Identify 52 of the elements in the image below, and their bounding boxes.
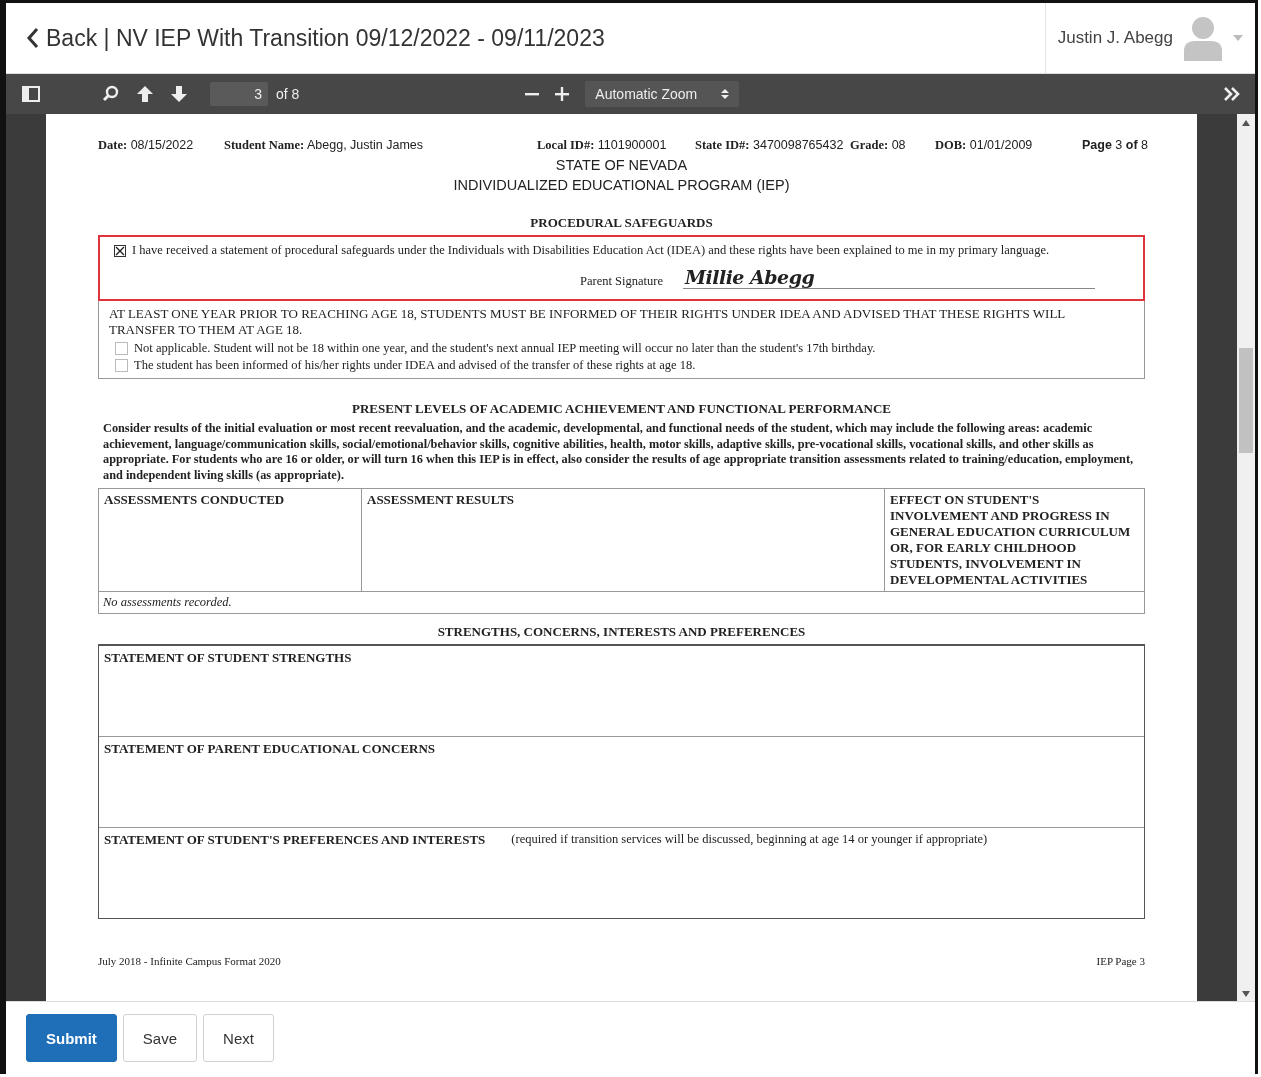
user-name[interactable]: Justin J. Abegg [1057,28,1173,48]
section-title: PROCEDURAL SAFEGUARDS [529,215,714,231]
program-heading: INDIVIDUALIZED EDUCATIONAL PROGRAM (IEP) [452,177,791,193]
table-header-cell: ASSESSMENT RESULTS [361,488,885,592]
header-field: Date: 08/15/2022 [98,138,224,153]
header-field: Student Name: Abegg, Justin James [224,138,537,153]
checkbox-label: The student has been informed of his/her rights under IDEA and advised of the transfer of these rights at age 18. [134,358,696,373]
up-down-caret-icon[interactable] [721,88,730,100]
header-field: DOB: 01/01/2009 [935,138,1082,153]
signature-line: Millie Abegg [682,266,1095,289]
empty-note: No assessments recorded. [98,591,1145,614]
transfer-notice: AT LEAST ONE YEAR PRIOR TO REACHING AGE 18, STUDENTS MUST BE INFORMED OF THEIR RIGHTS UNDER IDEA AND ADVISED THAT THESE RIGHTS WILL TRANSFER TO THEM AT AGE 18. [109,306,1066,338]
checkbox-label: Not applicable. Student will not be 18 within one year, and the student's next annual IEP meeting will occur no later than the student's 17th birthday. [134,341,876,356]
action-button[interactable]: Save [122,1014,198,1062]
scroll-up-icon[interactable] [1242,120,1250,126]
action-button[interactable]: Next [203,1014,274,1062]
back-chevron-icon[interactable] [26,27,40,49]
checkbox[interactable] [115,359,128,372]
statement-note: (required if transition services will be discussed, beginning at age 14 or younger if appropriate) [511,832,988,847]
action-button[interactable]: Submit [26,1014,117,1062]
checkbox[interactable] [115,342,128,355]
signature-label: Parent Signature [580,274,663,289]
statement-heading: STATEMENT OF STUDENT'S PREFERENCES AND INTERESTS [104,832,486,848]
footer-text: July 2018 - Infinite Campus Format 2020 [98,955,281,967]
scroll-down-icon[interactable] [1242,991,1250,997]
header-field: State ID#: 3470098765432 [695,138,850,153]
scrollbar[interactable] [1237,114,1255,1001]
statement-heading: STATEMENT OF STUDENT STRENGTHS [104,650,352,666]
table-header-cell: EFFECT ON STUDENT'S INVOLVEMENT AND PROGRESS IN GENERAL EDUCATION CURRICULUM OR, FOR EARLY CHILDHOOD STUDENTS, INVOLVEMENT IN DEVELOPMENTAL ACTIVITIES [884,488,1145,592]
scrollbar-thumb[interactable] [1239,348,1253,453]
zoom-in-icon[interactable] [555,87,570,101]
page-count: of 8 [276,86,300,102]
header-field: Grade: 08 [850,138,935,153]
next-page-icon[interactable] [170,85,188,103]
instructions-paragraph: Consider results of the initial evaluation or most recent reevaluation, and the academic, developmental, and functional needs of the student, which may include the following areas: academic achievement, language/communication skills, social/emotional/behavior skills, cognitive abilities, health, motor skills, adaptive skills, pre-vocational skills, vocational skills, and other skills as appropriate. For students who are 16 or older, or will turn 16 when this IEP is in effect, also consider the results of age appropriate transition assessments related to training/education, employment, and independent living skills (as appropriate). [103,421,1135,483]
section-title: STRENGTHS, CONCERNS, INTERESTS AND PREFERENCES [436,624,807,640]
state-heading: STATE OF NEVADA [554,157,689,173]
checkbox[interactable] [114,244,126,257]
header-field: Local ID#: 1101900001 [537,138,695,153]
safeguards-statement: I have received a statement of procedural safeguards under the Individuals with Disabilities Education Act (IDEA) and these rights have been explained to me in my primary language. [132,243,1050,258]
footer-page: IEP Page 3 [1096,955,1145,967]
page-title[interactable]: Back | NV IEP With Transition 09/12/2022 - 09/11/2023 [46,24,605,52]
previous-page-icon[interactable] [136,85,154,103]
search-icon[interactable] [102,85,120,103]
page-number-field[interactable]: 3 [210,82,268,106]
page-label: Page 3 of 8 [1082,138,1149,153]
statement-heading: STATEMENT OF PARENT EDUCATIONAL CONCERNS [104,741,436,757]
sidebar-toggle-icon[interactable] [22,86,40,102]
zoom-select[interactable]: Automatic Zoom [585,81,740,107]
section-title: PRESENT LEVELS OF ACADEMIC ACHIEVEMENT AND FUNCTIONAL PERFORMANCE [351,401,892,417]
more-tools-icon[interactable] [1223,86,1241,102]
table-header-cell: ASSESSMENTS CONDUCTED [98,488,362,592]
